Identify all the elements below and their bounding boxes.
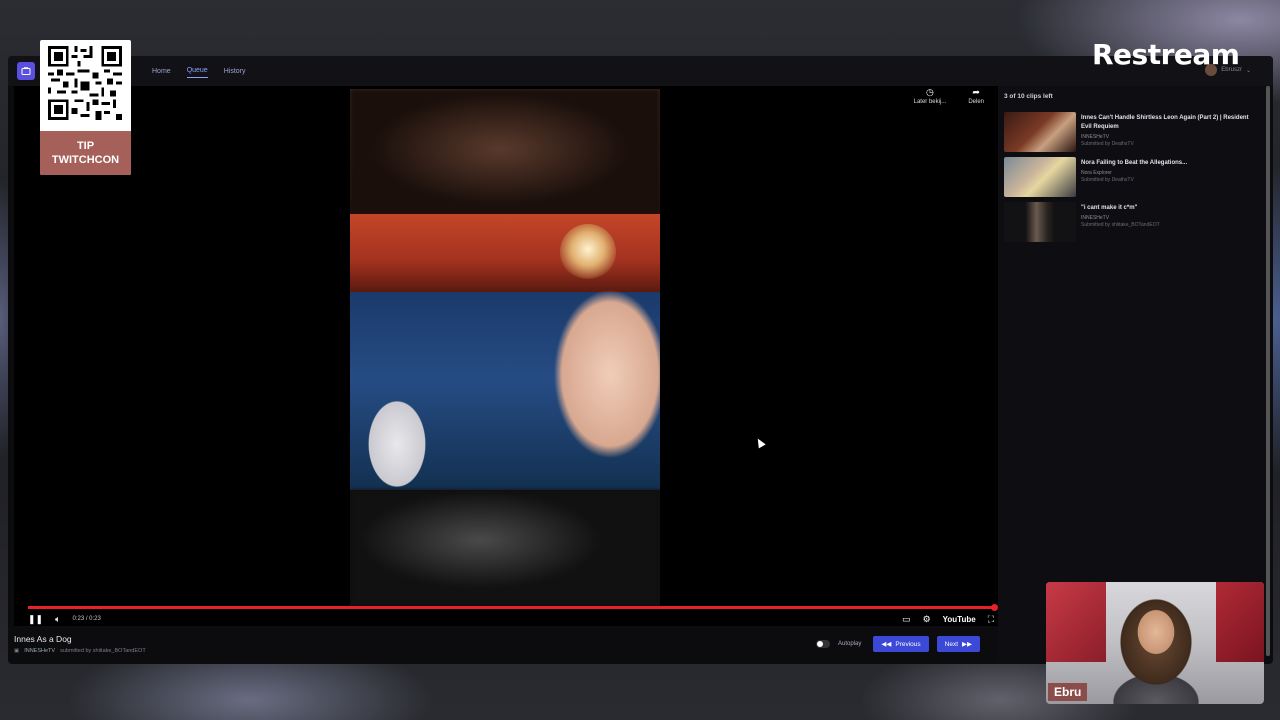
video-blur-background-bottom [350, 490, 660, 607]
clip-title: Innes As a Dog [14, 634, 72, 644]
watch-later-button[interactable]: ◷ Later bekij... [913, 87, 947, 106]
queue-item[interactable]: Nora Failing to Beat the Allegations... … [1004, 157, 1254, 199]
youtube-logo[interactable]: YouTube [943, 615, 976, 624]
clip-queue-app: Home Queue History Ebruszr ⌄ ◷ Later bek… [8, 56, 1273, 664]
queue-controls: Autoplay ◀◀ Previous Next ▶▶ [816, 636, 981, 652]
progress-knob[interactable] [991, 604, 998, 611]
progress-fill [28, 606, 994, 609]
queue-item-title: Innes Can't Handle Shirtless Leon Again … [1081, 115, 1249, 130]
clip-meta: ▣ INNESHeTV submitted by shiitake_BOTand… [14, 648, 514, 654]
queue-item-title: "i cant make it c*m" [1081, 205, 1138, 211]
queue-item-submitted: Submitted by DeathsTV [1081, 177, 1134, 183]
youtube-icon: ▣ [14, 648, 20, 654]
queue-item-title: Nora Failing to Beat the Allegations... [1081, 160, 1188, 166]
clip-submitted: submitted by shiitake_BOTandEOT [60, 648, 146, 654]
nav-home[interactable]: Home [152, 65, 171, 78]
video-overlay-actions: ◷ Later bekij... ➦ Delen [913, 87, 984, 106]
scene-person [352, 364, 442, 494]
watch-later-label: Later bekij... [913, 99, 947, 105]
video-blur-background [350, 89, 660, 214]
nav-history[interactable]: History [224, 65, 246, 78]
restream-watermark: Restream [1092, 38, 1240, 71]
autoplay-toggle[interactable] [816, 640, 830, 648]
video-frame [350, 89, 660, 607]
queue-item-text: "i cant make it c*m" INNESHeTV Submitted… [1081, 204, 1251, 228]
previous-button[interactable]: ◀◀ Previous [873, 636, 929, 652]
clips-left-count: 3 of 10 clips left [1004, 93, 1053, 100]
queue-item-text: Innes Can't Handle Shirtless Leon Again … [1081, 114, 1251, 147]
progress-bar[interactable] [28, 604, 998, 611]
next-label: Next [944, 640, 959, 648]
nav-links: Home Queue History [152, 56, 246, 86]
top-navigation: Home Queue History Ebruszr ⌄ [8, 56, 1273, 86]
clip-channel[interactable]: INNESHeTV [24, 648, 55, 654]
share-icon: ➦ [972, 87, 980, 97]
clip-info: Innes As a Dog ▣ INNESHeTV submitted by … [14, 634, 514, 654]
video-player[interactable]: ◷ Later bekij... ➦ Delen ❚❚ 🔈︎ 0:23 / 0:… [14, 86, 998, 626]
webcam-background-chair [1046, 582, 1106, 662]
gear-icon[interactable]: ⚙ [923, 614, 931, 625]
fast-forward-icon: ▶▶ [962, 641, 973, 648]
queue-thumbnail [1004, 202, 1076, 242]
queue-item-channel: INNESHeTV [1081, 215, 1110, 221]
webcam-overlay: Ebru [1046, 582, 1264, 704]
time-display: 0:23 / 0:23 [72, 616, 101, 622]
qr-code-icon [48, 46, 122, 120]
qr-code-card: TIP TWITCHCON [40, 40, 131, 175]
webcam-background-chair-2 [1216, 582, 1264, 662]
captions-icon[interactable]: ▭ [902, 614, 911, 625]
previous-label: Previous [895, 640, 921, 648]
volume-icon[interactable]: 🔈︎ [55, 614, 60, 625]
queue-item-channel: Nora Explorer [1081, 170, 1112, 176]
queue-thumbnail [1004, 157, 1076, 197]
queue-item-channel: INNESHeTV [1081, 134, 1110, 140]
app-logo-icon[interactable] [17, 62, 35, 80]
queue-item-submitted: Submitted by DeathsTV [1081, 141, 1134, 147]
queue-item[interactable]: Innes Can't Handle Shirtless Leon Again … [1004, 112, 1254, 154]
queue-item-text: Nora Failing to Beat the Allegations... … [1081, 159, 1251, 183]
video-scene [350, 214, 660, 494]
qr-label-line2: TWITCHCON [51, 154, 120, 166]
webcam-person [1106, 592, 1206, 704]
webcam-name-tag: Ebru [1048, 683, 1088, 701]
queue-sidebar: 3 of 10 clips left Innes Can't Handle Sh… [998, 86, 1266, 660]
mouse-cursor-icon [754, 436, 766, 449]
chevron-down-icon: ⌄ [1245, 67, 1251, 74]
scene-lamp [560, 224, 616, 280]
fullscreen-icon[interactable]: ⛶ [988, 614, 994, 625]
nav-queue[interactable]: Queue [186, 64, 208, 78]
autoplay-label: Autoplay [838, 641, 862, 647]
player-controls-right: ▭ ⚙ YouTube ⛶ [902, 614, 994, 625]
scrollbar-thumb[interactable] [1266, 86, 1270, 656]
pause-icon[interactable]: ❚❚ [28, 614, 43, 625]
next-button[interactable]: Next ▶▶ [936, 636, 981, 652]
qr-label-line1: TIP [76, 140, 95, 152]
share-label: Delen [968, 99, 984, 105]
sidebar-scrollbar[interactable] [1266, 86, 1270, 656]
qr-code-label: TIP TWITCHCON [40, 131, 131, 175]
scene-hand [500, 274, 660, 494]
share-button[interactable]: ➦ Delen [968, 87, 984, 106]
clock-icon: ◷ [926, 87, 934, 97]
queue-item-submitted: Submitted by shiitake_BOTandEOT [1081, 222, 1160, 228]
rewind-icon: ◀◀ [881, 641, 892, 648]
queue-thumbnail [1004, 112, 1076, 152]
player-controls: ❚❚ 🔈︎ 0:23 / 0:23 ▭ ⚙ YouTube ⛶ [28, 612, 994, 626]
queue-item[interactable]: "i cant make it c*m" INNESHeTV Submitted… [1004, 202, 1254, 244]
